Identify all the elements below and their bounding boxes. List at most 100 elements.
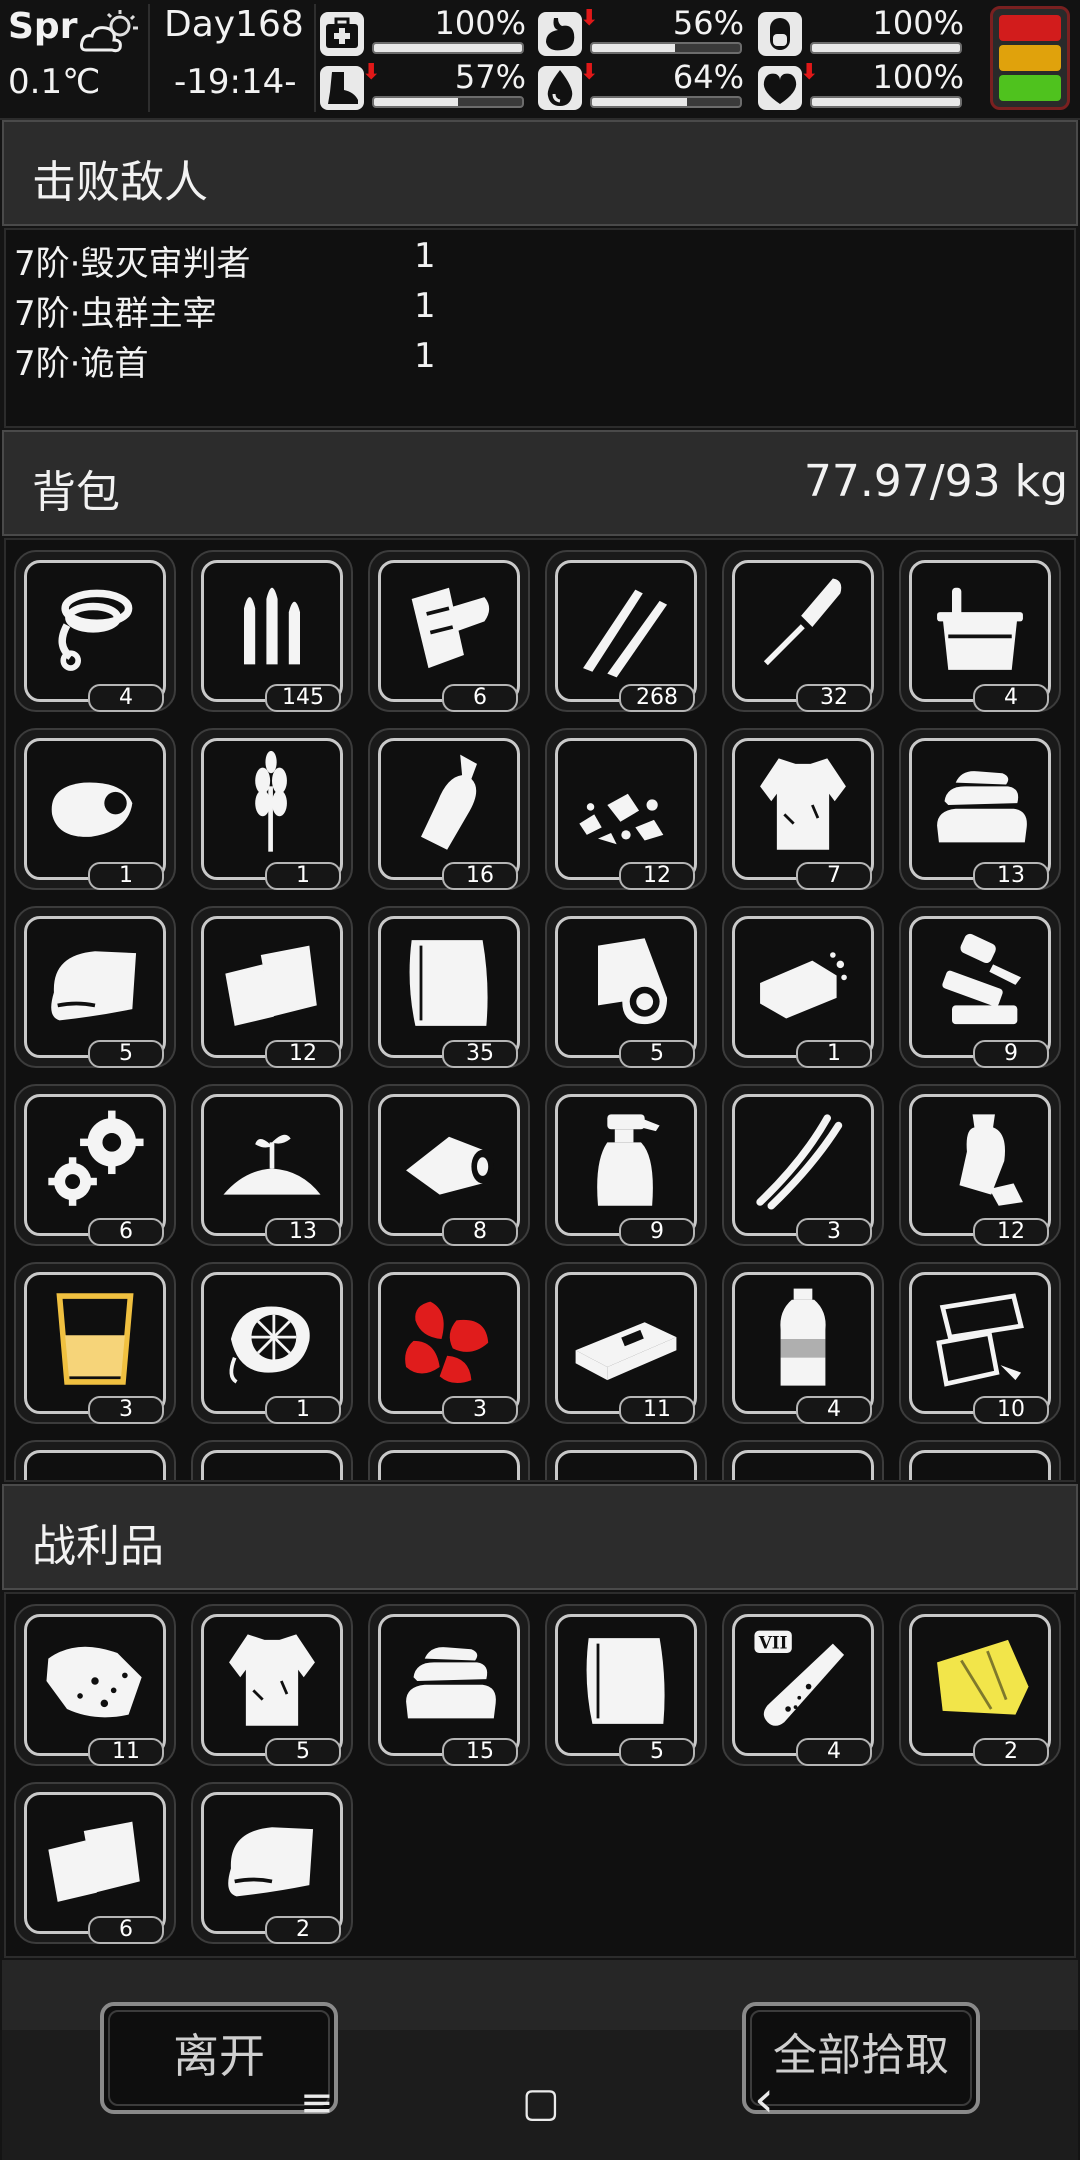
- item-frame: [378, 1094, 520, 1236]
- backpack-item-slot[interactable]: 4: [899, 550, 1061, 712]
- mental-value: 100%: [872, 4, 964, 42]
- item-frame: [555, 1450, 697, 1480]
- bottle-icon: [421, 754, 477, 850]
- enemy-count: 1: [414, 236, 436, 276]
- backpack-item-slot[interactable]: 32: [722, 550, 884, 712]
- item-quantity: 16: [442, 862, 518, 890]
- wires-icon: [756, 1114, 843, 1210]
- mood-stat[interactable]: ⬇ 100%: [756, 58, 970, 114]
- home-nav-icon[interactable]: ▢: [522, 2080, 560, 2126]
- foot-icon: [320, 66, 364, 110]
- back-nav-icon[interactable]: ‹: [754, 2070, 774, 2128]
- backpack-item-slot[interactable]: 9: [899, 906, 1061, 1068]
- item-frame: [201, 1792, 343, 1934]
- backpack-item-slot[interactable]: 12: [191, 906, 353, 1068]
- item-quantity: 145: [265, 684, 341, 712]
- stamina-bar: [372, 96, 524, 108]
- backpack-item-slot[interactable]: 1: [191, 1262, 353, 1424]
- backpack-item-slot[interactable]: 6: [14, 1084, 176, 1246]
- item-frame: [24, 560, 166, 702]
- loot-item-slot[interactable]: 15: [368, 1604, 530, 1766]
- loot-grid[interactable]: 11 5 15 5 VII 4 2 6 2: [14, 1604, 1074, 1958]
- loot-item-slot[interactable]: VII 4: [722, 1604, 884, 1766]
- item-quantity: 5: [619, 1738, 695, 1766]
- backpack-item-slot[interactable]: 6: [368, 550, 530, 712]
- backpack-item-slot[interactable]: 13: [191, 1084, 353, 1246]
- backpack-item-slot[interactable]: 7: [722, 728, 884, 890]
- hunger-value: 56%: [672, 4, 744, 42]
- item-quantity: 5: [88, 1040, 164, 1068]
- backpack-item-slot[interactable]: 4: [722, 1262, 884, 1424]
- enemy-count: 1: [414, 286, 436, 326]
- health-stat[interactable]: 100%: [318, 4, 532, 60]
- loot-item-slot[interactable]: 2: [899, 1604, 1061, 1766]
- backpack-item-slot[interactable]: 1: [191, 728, 353, 890]
- item-frame: [555, 1272, 697, 1414]
- item-frame: [909, 560, 1051, 702]
- loot-item-slot[interactable]: 6: [14, 1782, 176, 1944]
- backpack-item-slot[interactable]: 13: [899, 728, 1061, 890]
- backpack-item-slot[interactable]: 268: [545, 550, 707, 712]
- backpack-item-slot[interactable]: 11: [545, 1262, 707, 1424]
- scrap-parts-icon: [942, 933, 1022, 1025]
- menu-nav-icon[interactable]: ≡: [300, 2080, 334, 2126]
- water-bottle-icon: [780, 1288, 826, 1386]
- backpack-item-slot[interactable]: 9: [545, 1084, 707, 1246]
- take-all-button[interactable]: 全部拾取: [742, 2002, 980, 2114]
- item-quantity: 268: [619, 684, 695, 712]
- item-quantity: 6: [442, 684, 518, 712]
- backpack-item-slot[interactable]: 10: [899, 1262, 1061, 1424]
- sprout-soil-icon: [223, 1134, 321, 1195]
- backpack-grid[interactable]: 4 145 6 268 32 4 1 1 16 12 7 13 5 12 35 5 1 9 6 13 8 9 3 12 3 1 3 1…: [14, 550, 1074, 1480]
- backpack-item-slot[interactable]: 16: [368, 728, 530, 890]
- item-quantity: 35: [442, 1040, 518, 1068]
- item-frame: [732, 1094, 874, 1236]
- loot-item-slot[interactable]: 11: [14, 1604, 176, 1766]
- backpack-item-slot[interactable]: [191, 1440, 353, 1480]
- item-frame: [555, 560, 697, 702]
- backpack-item-slot[interactable]: 3: [722, 1084, 884, 1246]
- item-frame: [378, 1614, 520, 1756]
- towel-icon: [228, 1827, 314, 1897]
- spray-bottle-icon: [597, 1114, 660, 1206]
- backpack-item-slot[interactable]: 1: [722, 906, 884, 1068]
- backpack-item-slot[interactable]: 5: [545, 906, 707, 1068]
- thirst-stat[interactable]: ⬇ 64%: [536, 58, 750, 114]
- mental-stat[interactable]: 100%: [756, 4, 970, 60]
- backpack-item-slot[interactable]: 35: [368, 906, 530, 1068]
- backpack-item-slot[interactable]: 3: [14, 1262, 176, 1424]
- enemy-count: 1: [414, 336, 436, 376]
- backpack-item-slot[interactable]: 8: [368, 1084, 530, 1246]
- alert-level-indicator[interactable]: [990, 6, 1070, 110]
- item-quantity: 8: [442, 1218, 518, 1246]
- torn-shirt-icon: [760, 758, 846, 850]
- loot-item-slot[interactable]: 5: [545, 1604, 707, 1766]
- backpack-item-slot[interactable]: 5: [14, 906, 176, 1068]
- backpack-item-slot[interactable]: [722, 1440, 884, 1480]
- loot-item-slot[interactable]: 2: [191, 1782, 353, 1944]
- item-frame: [24, 1272, 166, 1414]
- backpack-item-slot[interactable]: 12: [545, 728, 707, 890]
- thirst-decrease-arrow-icon: ⬇: [580, 60, 599, 85]
- backpack-item-slot[interactable]: [14, 1440, 176, 1480]
- backpack-item-slot[interactable]: 12: [899, 1084, 1061, 1246]
- backpack-item-slot[interactable]: 1: [14, 728, 176, 890]
- backpack-item-slot[interactable]: [899, 1440, 1061, 1480]
- hunger-stat[interactable]: ⬇ 56%: [536, 4, 750, 60]
- thirst-bar: [590, 96, 742, 108]
- test-tube-icon: VII: [754, 1630, 845, 1726]
- partly-cloudy-icon: [80, 10, 138, 53]
- backpack-item-slot[interactable]: 4: [14, 550, 176, 712]
- item-frame: [909, 1094, 1051, 1236]
- backpack-item-slot[interactable]: 3: [368, 1262, 530, 1424]
- backpack-item-slot[interactable]: [368, 1440, 530, 1480]
- loot-item-slot[interactable]: 5: [191, 1604, 353, 1766]
- item-quantity: 4: [88, 684, 164, 712]
- backpack-item-slot[interactable]: 145: [191, 550, 353, 712]
- alert-green-light: [999, 75, 1061, 101]
- day-counter: Day168: [164, 4, 304, 45]
- stamina-stat[interactable]: ⬇ 57%: [318, 58, 532, 114]
- item-frame: [201, 916, 343, 1058]
- item-frame: [24, 1450, 166, 1480]
- backpack-item-slot[interactable]: [545, 1440, 707, 1480]
